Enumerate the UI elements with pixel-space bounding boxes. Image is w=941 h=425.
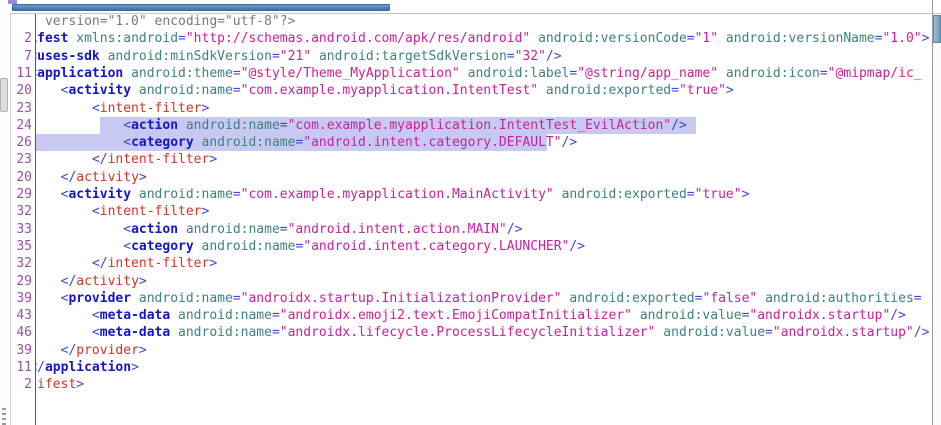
line-number: 43 [16, 307, 32, 324]
code-line[interactable]: </activity> [36, 169, 932, 186]
line-number: 33 [16, 221, 32, 238]
code-line[interactable]: <intent-filter> [36, 100, 932, 117]
code-text: <application android:theme="@style/Theme… [36, 65, 922, 82]
line-number: 32 [16, 203, 32, 220]
line-number: 35 [16, 238, 32, 255]
code-text: </application> [36, 359, 139, 376]
line-number: 20 [16, 169, 32, 186]
divider-grip-dot [2, 418, 6, 420]
code-line[interactable]: </provider> [36, 342, 932, 359]
line-number: 11 [16, 65, 32, 82]
code-text: </intent-filter> [36, 151, 217, 168]
divider-grip-dot [2, 408, 6, 410]
code-text: <activity android:name="com.example.myap… [36, 82, 734, 99]
code-text: <?xml version="1.0" encoding="utf-8"?> [36, 14, 295, 30]
code-line[interactable]: </intent-filter> [36, 151, 932, 168]
vertical-scrollbar-thumb[interactable] [933, 15, 941, 43]
code-text: <category android:name="android.intent.c… [36, 134, 577, 151]
code-line[interactable]: <provider android:name="androidx.startup… [36, 290, 932, 307]
line-number: 26 [16, 134, 32, 151]
code-line[interactable]: <intent-filter> [36, 203, 932, 220]
code-text: <action android:name="com.example.myappl… [36, 117, 687, 134]
line-number: 29 [16, 273, 32, 290]
code-text: </activity> [36, 273, 147, 290]
line-number: 23 [16, 151, 32, 168]
line-number: 32 [16, 255, 32, 272]
code-text: </activity> [36, 169, 147, 186]
vertical-scrollbar[interactable] [933, 14, 941, 425]
line-number: 2 [24, 376, 32, 393]
horizontal-scrollbar-thumb[interactable] [12, 4, 390, 11]
code-line[interactable]: </intent-filter> [36, 255, 932, 272]
code-text: <uses-sdk android:minSdkVersion="21" and… [36, 48, 562, 65]
code-text: <manifest xmlns:android="http://schemas.… [36, 30, 929, 47]
code-line[interactable]: <meta-data android:name="androidx.lifecy… [36, 324, 932, 341]
code-text: <action android:name="android.intent.act… [36, 221, 522, 238]
code-line[interactable]: <action android:name="android.intent.act… [36, 221, 932, 238]
code-line[interactable]: <manifest xmlns:android="http://schemas.… [36, 30, 932, 47]
code-text: <activity android:name="com.example.myap… [36, 186, 749, 203]
code-line[interactable]: </manifest> [36, 376, 932, 393]
code-text: <intent-filter> [36, 203, 209, 220]
line-number: 11 [16, 359, 32, 376]
line-number-gutter: 271120232426232029323335322939434639112 [11, 14, 35, 425]
line-number: 39 [16, 290, 32, 307]
code-line[interactable]: <application android:theme="@style/Theme… [36, 65, 932, 82]
line-number: 20 [16, 82, 32, 99]
code-line[interactable]: <category android:name="android.intent.c… [36, 134, 932, 151]
line-number: 46 [16, 324, 32, 341]
code-line[interactable]: <?xml version="1.0" encoding="utf-8"?> [36, 14, 932, 30]
left-scrollbar-thumb[interactable] [0, 78, 8, 112]
code-text: </provider> [36, 342, 147, 359]
code-text: </intent-filter> [36, 255, 217, 272]
line-number: 39 [16, 342, 32, 359]
line-number: 29 [16, 186, 32, 203]
line-number: 24 [16, 117, 32, 134]
code-text: <meta-data android:name="androidx.lifecy… [36, 324, 929, 341]
code-viewport[interactable]: <?xml version="1.0" encoding="utf-8"?><m… [36, 14, 932, 425]
code-line[interactable]: </application> [36, 359, 932, 376]
line-number: 23 [16, 100, 32, 117]
code-line[interactable]: <activity android:name="com.example.myap… [36, 82, 932, 99]
code-editor[interactable]: 271120232426232029323335322939434639112 … [11, 14, 932, 425]
code-line[interactable]: <category android:name="android.intent.c… [36, 238, 932, 255]
code-line[interactable]: <uses-sdk android:minSdkVersion="21" and… [36, 48, 932, 65]
code-line[interactable]: <action android:name="com.example.myappl… [36, 117, 932, 134]
line-number: 7 [24, 48, 32, 65]
code-text: </manifest> [36, 376, 84, 393]
xml-editor-window: 271120232426232029323335322939434639112 … [0, 0, 941, 425]
line-number: 2 [24, 30, 32, 47]
code-text: <provider android:name="androidx.startup… [36, 290, 922, 307]
code-text: <category android:name="android.intent.c… [36, 238, 585, 255]
code-line[interactable]: <activity android:name="com.example.myap… [36, 186, 932, 203]
code-text: <meta-data android:name="androidx.emoji2… [36, 307, 906, 324]
code-line[interactable]: </activity> [36, 273, 932, 290]
divider-grip-dot [2, 413, 6, 415]
code-text: <intent-filter> [36, 100, 209, 117]
panel-divider[interactable] [0, 14, 11, 425]
code-line[interactable]: <meta-data android:name="androidx.emoji2… [36, 307, 932, 324]
